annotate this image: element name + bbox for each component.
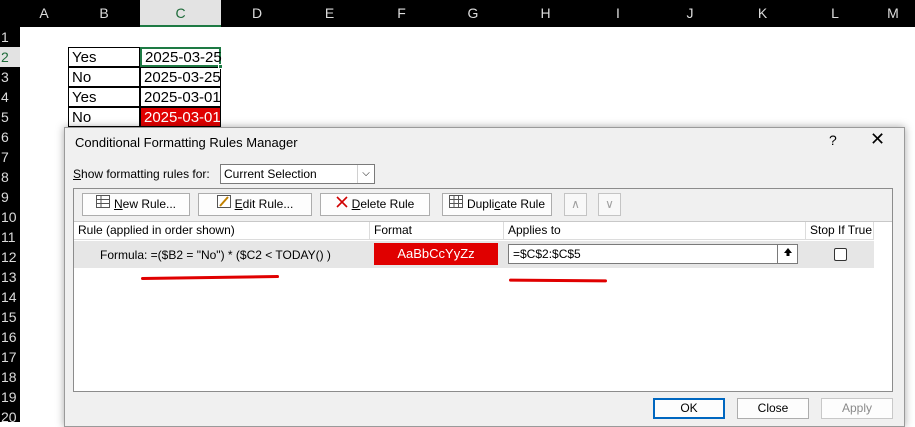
duplicate-icon [448,194,463,215]
rule-column-header: Rule (applied in order shown) [74,222,370,240]
dialog-title: Conditional Formatting Rules Manager [75,135,298,150]
row-header[interactable]: 19 [0,387,20,407]
show-rules-for-value: Current Selection [224,167,317,181]
column-headers: A B C D E F G H I J K L M [0,0,915,27]
collapse-dialog-icon[interactable] [777,245,797,263]
column-header-h[interactable]: H [509,0,582,27]
column-header-d[interactable]: D [221,0,293,27]
applies-to-column-header: Applies to [504,222,806,240]
stop-if-true-column-header: Stop If True [806,222,874,240]
select-all-corner[interactable] [0,0,20,27]
cell-c4[interactable]: 2025-03-01 [140,87,221,107]
cell-b4[interactable]: Yes [68,87,140,107]
format-column-header: Format [370,222,504,240]
column-header-b[interactable]: B [68,0,140,27]
fill-handle[interactable] [218,64,223,69]
row-header[interactable]: 9 [0,187,20,207]
applies-to-value: =$C$2:$C$5 [513,247,581,261]
cell-b3[interactable]: No [68,67,140,87]
row-header[interactable]: 5 [0,107,20,127]
rules-panel: New Rule... Edit Rule... Delete Rule Dup… [73,188,893,392]
close-button[interactable]: Close [737,398,809,419]
edit-rule-icon [216,194,231,215]
row-headers: 1 2 3 4 5 6 7 8 9 10 11 12 13 14 15 16 1… [0,27,20,425]
delete-rule-label: Delete Rule [351,197,415,211]
cell-c2[interactable]: 2025-03-25 [140,47,222,67]
conditional-formatting-dialog: Conditional Formatting Rules Manager ? ✕… [64,127,905,427]
column-header-j[interactable]: J [654,0,726,27]
row-header[interactable]: 20 [0,407,20,427]
row-header[interactable]: 11 [0,227,20,247]
rule-row[interactable]: Formula: =($B2 = "No") * ($C2 < TODAY() … [74,241,874,268]
move-up-button[interactable]: ∧ [564,193,587,216]
row-header[interactable]: 18 [0,367,20,387]
column-header-a[interactable]: A [20,0,68,27]
row-header[interactable]: 1 [0,27,20,47]
row-header[interactable]: 2 [0,47,20,67]
row-header[interactable]: 3 [0,67,20,87]
ok-button[interactable]: OK [653,398,725,419]
edit-rule-label: Edit Rule... [234,197,294,211]
duplicate-rule-button[interactable]: Duplicate Rule [442,193,552,216]
row-header[interactable]: 12 [0,247,20,267]
column-header-f[interactable]: F [366,0,437,27]
column-header-c[interactable]: C [140,0,221,27]
cell-b2[interactable]: Yes [68,47,140,67]
column-header-g[interactable]: G [437,0,509,27]
duplicate-rule-label: Duplicate Rule [466,197,546,211]
applies-to-input[interactable]: =$C$2:$C$5 [508,244,798,264]
row-header[interactable]: 8 [0,167,20,187]
move-down-button[interactable]: ∨ [598,193,621,216]
cell-c3[interactable]: 2025-03-25 [140,67,221,87]
column-header-k[interactable]: K [726,0,799,27]
row-header[interactable]: 15 [0,307,20,327]
column-header-e[interactable]: E [293,0,366,27]
row-header[interactable]: 14 [0,287,20,307]
delete-icon [336,194,348,215]
row-header[interactable]: 6 [0,127,20,147]
column-header-l[interactable]: L [799,0,871,27]
new-rule-button[interactable]: New Rule... [82,193,190,216]
rules-list: Rule (applied in order shown) Format App… [74,221,892,391]
new-rule-icon [95,194,110,215]
row-header[interactable]: 4 [0,87,20,107]
show-rules-for-label: Show formatting rules for: [73,167,210,181]
edit-rule-button[interactable]: Edit Rule... [198,193,312,216]
row-header[interactable]: 17 [0,347,20,367]
cell-c5[interactable]: 2025-03-01 [140,107,221,127]
column-header-m[interactable]: M [871,0,915,27]
cell-b5[interactable]: No [68,107,140,127]
row-header[interactable]: 13 [0,267,20,287]
rule-formula: Formula: =($B2 = "No") * ($C2 < TODAY() … [100,248,331,262]
new-rule-label: New Rule... [113,197,177,211]
row-header[interactable]: 10 [0,207,20,227]
stop-if-true-checkbox[interactable] [834,248,847,261]
column-header-i[interactable]: I [582,0,654,27]
apply-button[interactable]: Apply [821,398,893,419]
row-header[interactable]: 16 [0,327,20,347]
help-icon[interactable]: ? [829,132,837,148]
show-rules-for-select[interactable]: Current Selection ⌵ [220,164,375,184]
format-preview: AaBbCcYyZz [374,243,498,265]
row-header[interactable]: 7 [0,147,20,167]
chevron-down-icon[interactable]: ⌵ [357,165,374,183]
delete-rule-button[interactable]: Delete Rule [320,193,430,216]
close-icon[interactable]: ✕ [870,129,885,150]
